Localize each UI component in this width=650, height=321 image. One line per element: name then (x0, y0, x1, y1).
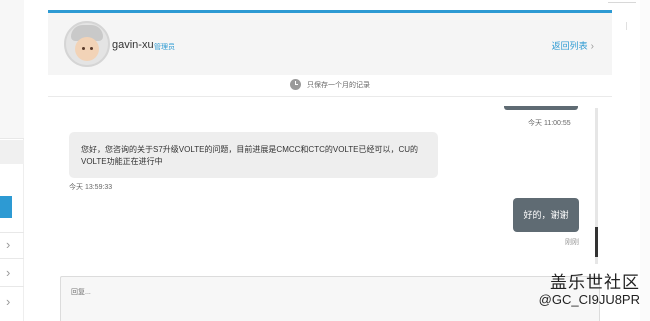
watermark-handle: @GC_CI9JU8PR (538, 292, 640, 307)
avatar-eye (90, 47, 93, 50)
chat-header: gavin-xu 管理员 返回列表 › (48, 13, 612, 75)
message-bubble-incoming: 您好，您咨询的关于S7升级VOLTE的问题，目前进展是CMCC和CTC的VOLT… (69, 132, 438, 178)
chat-panel: gavin-xu 管理员 返回列表 › 只保存一个月的记录 今天 11:00:55… (48, 10, 612, 321)
avatar-eye (82, 47, 85, 50)
message-bubble-outgoing (504, 106, 578, 110)
reply-input[interactable] (60, 276, 600, 321)
avatar[interactable] (64, 21, 110, 67)
scrollbar-thumb[interactable] (595, 227, 598, 257)
divider (0, 138, 24, 139)
back-to-list-link[interactable]: 返回列表 › (552, 39, 594, 52)
sidebar-active-indicator (0, 196, 12, 218)
message-status: 刚刚 (565, 239, 579, 246)
chevron-right-icon[interactable]: › (6, 266, 16, 280)
watermark: 盖乐世社区 (550, 273, 640, 292)
sidebar-item-highlighted[interactable] (0, 140, 24, 164)
history-notice: 只保存一个月的记录 (48, 75, 612, 97)
back-link-label: 返回列表 (551, 41, 588, 51)
chevron-right-icon[interactable]: › (6, 238, 16, 252)
left-sidebar: › › › (0, 0, 24, 321)
page-edge (640, 0, 650, 321)
chevron-right-icon[interactable]: › (6, 295, 16, 309)
page: › › › gavin-xu 管理员 返回列表 › 只保存一个月的记录 今天 1… (0, 0, 650, 321)
message-timestamp: 今天 13:59:33 (69, 184, 113, 191)
message-bubble-outgoing: 好的，谢谢 (513, 198, 579, 232)
divider (626, 22, 627, 30)
sidebar-panel (0, 0, 24, 138)
avatar-face (75, 37, 99, 61)
clock-icon (290, 79, 301, 90)
divider (0, 232, 24, 233)
message-text: 您好，您咨询的关于S7升级VOLTE的问题，目前进展是CMCC和CTC的VOLT… (81, 145, 419, 166)
username[interactable]: gavin-xu (112, 39, 154, 51)
notice-text: 只保存一个月的记录 (307, 81, 370, 89)
chevron-right-icon: › (590, 41, 594, 52)
message-timestamp: 今天 11:00:55 (528, 120, 571, 127)
message-text: 好的，谢谢 (523, 210, 569, 220)
divider (608, 2, 636, 3)
divider (0, 286, 24, 287)
divider (0, 258, 24, 259)
role-badge: 管理员 (154, 44, 175, 51)
